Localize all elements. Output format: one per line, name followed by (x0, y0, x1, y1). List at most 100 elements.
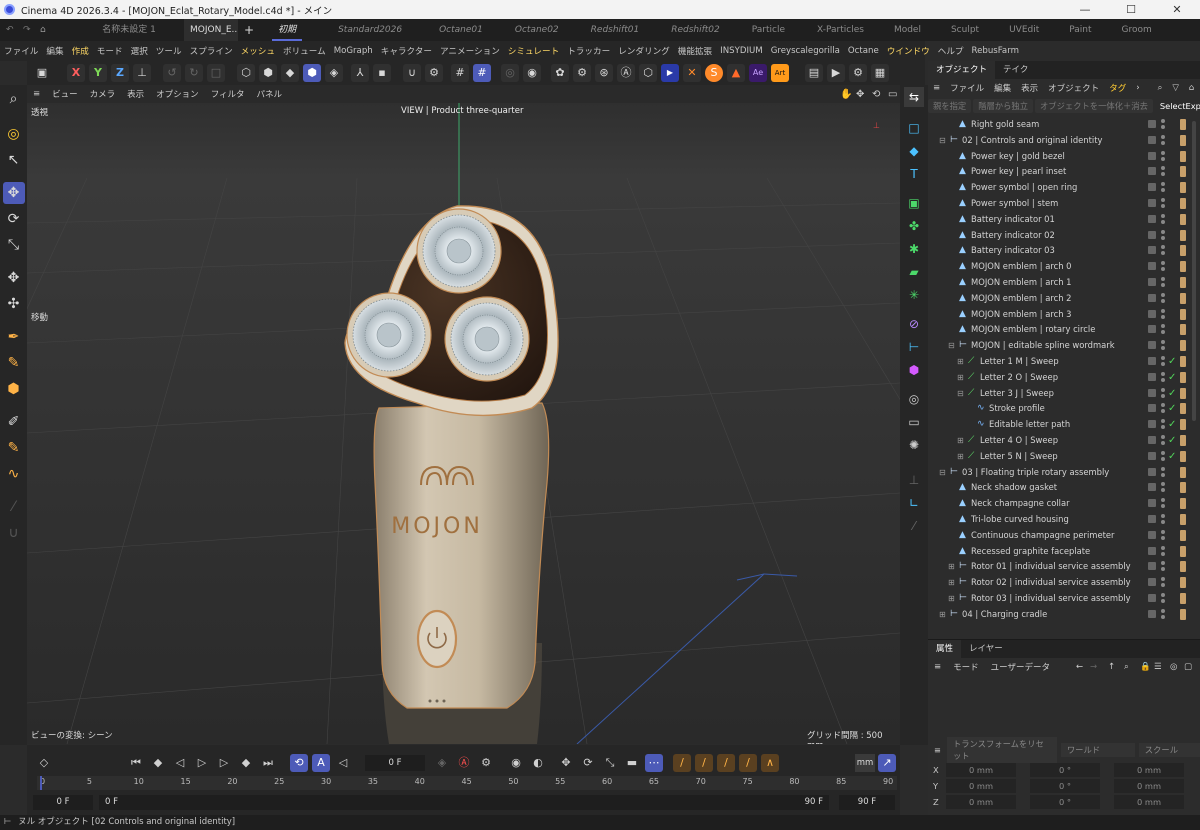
scale-dropdown[interactable]: スクール (1138, 743, 1200, 757)
loop-icon[interactable]: ⟲ (290, 754, 308, 772)
coord-pos-field[interactable]: 0 mm (946, 763, 1016, 777)
plugin-butterfly-icon[interactable]: ✿ (551, 64, 569, 82)
layer-checkbox[interactable] (1148, 420, 1156, 429)
back-arrow-icon[interactable]: ← (1076, 662, 1083, 672)
viewport-hamburger-icon[interactable]: ≡ (27, 89, 46, 99)
expand-toggle-icon[interactable]: ⊞ (948, 559, 955, 575)
material-tag-icon[interactable] (1180, 387, 1186, 399)
render-visibility-dot[interactable] (1161, 251, 1165, 256)
model-mode-icon[interactable]: ⬢ (303, 64, 321, 82)
cube-primitive-icon[interactable]: ◆ (904, 141, 924, 161)
editor-visibility-dot[interactable] (1161, 577, 1165, 582)
plugin-x-icon[interactable]: ✕ (683, 64, 701, 82)
layout-tab-sculpt[interactable]: Sculpt (945, 19, 985, 41)
edges-mode-icon[interactable]: ⬢ (259, 64, 277, 82)
key-pla-icon[interactable]: ⋯ (645, 754, 663, 772)
material-tag-icon[interactable] (1180, 450, 1186, 462)
object-row[interactable]: ⊞ ⟋ Letter 5 N | Sweep ✓ (928, 449, 1200, 465)
coord-scl-field[interactable]: 0 mm (1114, 779, 1184, 793)
expand-toggle-icon[interactable]: ⊞ (957, 354, 964, 370)
object-menu-tag[interactable]: タグ (1104, 82, 1131, 94)
editor-visibility-dot[interactable] (1161, 324, 1165, 329)
menu-item-17[interactable]: Greyscalegorilla (767, 46, 844, 56)
timeline-ruler[interactable]: 0 5 10 15 20 25 30 35 40 45 50 55 60 65 70 75 80 85 90 (37, 776, 897, 790)
object-row[interactable]: ⊟ ⊢ 03 | Floating triple rotary assembly (928, 465, 1200, 481)
layer-checkbox[interactable] (1148, 562, 1156, 571)
editor-visibility-dot[interactable] (1161, 450, 1165, 455)
coord-rot-field[interactable]: 0 ° (1030, 763, 1100, 777)
expand-toggle-icon[interactable]: ⊟ (957, 386, 964, 402)
enabled-check-icon[interactable]: ✓ (1168, 449, 1176, 465)
material-tag-icon[interactable] (1180, 198, 1186, 209)
enabled-check-icon[interactable]: ✓ (1168, 433, 1176, 449)
pen-tool-icon[interactable]: ✒ (3, 326, 25, 348)
render-visibility-dot[interactable] (1161, 219, 1165, 224)
render-visibility-dot[interactable] (1161, 362, 1165, 366)
next-key-icon[interactable]: ◆ (237, 754, 255, 772)
object-row[interactable]: ▲ MOJON emblem | arch 2 (928, 291, 1200, 307)
live-selection-icon[interactable]: ↖ (3, 149, 25, 171)
redo-history-icon[interactable]: ↻ (185, 64, 203, 82)
material-tag-icon[interactable] (1180, 308, 1186, 320)
editor-visibility-dot[interactable] (1161, 435, 1165, 439)
null-object-icon[interactable]: ⊢ (904, 337, 924, 357)
layer-checkbox[interactable] (1148, 483, 1156, 492)
editor-visibility-dot[interactable] (1161, 245, 1165, 250)
object-row[interactable]: ▲ Battery indicator 01 (928, 212, 1200, 228)
viewport-view-label[interactable]: VIEW | Product three-quarter (401, 106, 523, 116)
viewport-menu-options[interactable]: オプション (150, 88, 205, 100)
home-icon[interactable]: ⌂ (34, 19, 74, 41)
mograph-icon[interactable]: ✤ (904, 216, 924, 236)
coord-rot-field[interactable]: 0 ° (1030, 779, 1100, 793)
material-tag-icon[interactable] (1180, 608, 1186, 620)
layer-checkbox[interactable] (1148, 467, 1156, 476)
object-row[interactable]: ∿ Editable letter path ✓ (928, 417, 1200, 433)
viewport-menu-filter[interactable]: フィルタ (205, 88, 251, 100)
object-menu-more-icon[interactable]: › (1131, 83, 1144, 93)
snap-settings-icon[interactable]: ⚙ (425, 64, 443, 82)
layer-checkbox[interactable] (1148, 609, 1156, 618)
render-visibility-dot[interactable] (1161, 599, 1165, 603)
render-visibility-dot[interactable] (1161, 314, 1165, 319)
material-tag-icon[interactable] (1180, 229, 1186, 241)
expand-toggle-icon[interactable]: ⊞ (957, 433, 964, 449)
attribute-search-icon[interactable]: ⌕ (1124, 662, 1129, 672)
playhead[interactable] (40, 776, 42, 790)
layout-tab-uvedit[interactable]: UVEdit (1003, 19, 1045, 41)
object-row[interactable]: ▲ Battery indicator 03 (928, 243, 1200, 259)
preview-range-bar[interactable]: 0 F 90 F (99, 795, 829, 810)
editor-visibility-dot[interactable] (1161, 561, 1165, 566)
workplane-grid-icon[interactable]: # (451, 64, 469, 82)
sculpt-tool-icon[interactable]: ⬢ (3, 378, 25, 400)
layout-tab-particle[interactable]: Particle (746, 19, 791, 41)
menu-item-14[interactable]: レンダリング (614, 45, 674, 57)
material-tag-icon[interactable] (1180, 182, 1186, 194)
key-scale-icon[interactable]: ⤡ (601, 754, 619, 772)
object-row[interactable]: ⊞ ⊢ Rotor 02 | individual service assembly (928, 575, 1200, 591)
editor-visibility-dot[interactable] (1161, 545, 1165, 550)
editor-visibility-dot[interactable] (1161, 593, 1165, 597)
layer-checkbox[interactable] (1148, 388, 1156, 397)
attribute-hamburger-icon[interactable]: ≡ (928, 662, 947, 672)
minimize-button[interactable]: — (1062, 0, 1108, 19)
lock-icon[interactable]: 🔒 (1140, 662, 1151, 672)
editor-visibility-dot[interactable] (1161, 277, 1165, 281)
menu-item-1[interactable]: 編集 (42, 45, 67, 57)
coord-scl-field[interactable]: 0 mm (1114, 763, 1184, 777)
render-view-button-icon[interactable]: ▶ (827, 64, 845, 82)
attribute-menu-icon[interactable]: ☰ (1154, 662, 1162, 672)
curve-easeout-icon[interactable]: / (739, 754, 757, 772)
layer-checkbox[interactable] (1148, 309, 1156, 318)
object-row[interactable]: ▲ MOJON emblem | rotary circle (928, 322, 1200, 338)
floor-axis-icon[interactable]: ∟ (904, 493, 924, 513)
expand-toggle-icon[interactable]: ⊟ (939, 465, 946, 481)
knife-tool-icon[interactable]: ∿ (3, 463, 25, 485)
render-visibility-dot[interactable] (1161, 283, 1165, 287)
uv-mode-icon[interactable]: ◈ (325, 64, 343, 82)
layer-checkbox[interactable] (1148, 183, 1156, 192)
render-visibility-dot[interactable] (1161, 425, 1165, 430)
spline-pen-icon[interactable]: ✎ (3, 352, 25, 374)
keyframe-icon[interactable]: ◇ (35, 754, 53, 772)
dock-layout-icon[interactable]: ⇆ (904, 87, 924, 107)
object-row[interactable]: ▲ Continuous champagne perimeter (928, 528, 1200, 544)
